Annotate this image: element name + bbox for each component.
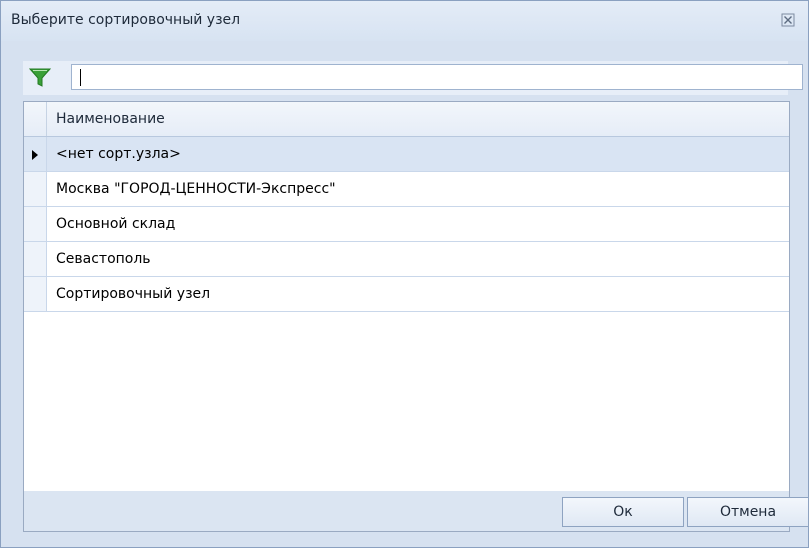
row-cell-name: <нет сорт.узла> [56,146,181,162]
row-indicator [24,172,47,206]
table-row[interactable]: Сортировочный узел [24,277,789,312]
table-row[interactable]: Основной склад [24,207,789,242]
header-indicator-cell [24,102,47,136]
close-icon[interactable] [780,13,796,29]
cancel-button[interactable]: Отмена [687,497,809,527]
row-cell-name: Основной склад [56,216,176,232]
table-row[interactable]: Москва "ГОРОД-ЦЕННОСТИ-Экспресс" [24,172,789,207]
filter-input[interactable] [71,64,803,90]
row-cell-name: Москва "ГОРОД-ЦЕННОСТИ-Экспресс" [56,181,336,197]
dialog-title: Выберите сортировочный узел [11,12,241,28]
table-row[interactable]: <нет сорт.узла> [24,137,789,172]
row-cell-name: Севастополь [56,251,151,267]
filter-icon[interactable] [28,68,52,88]
table-row[interactable]: Севастополь [24,242,789,277]
row-indicator [24,137,47,171]
row-indicator [24,277,47,311]
row-indicator [24,207,47,241]
grid-header: Наименование [24,102,789,137]
items-grid[interactable]: Наименование <нет сорт.узла> Москва "ГОР… [23,101,790,493]
dialog-footer: Ок Отмена [23,491,809,532]
row-cell-name: Сортировочный узел [56,286,211,302]
ok-button[interactable]: Ок [562,497,684,527]
column-header-name[interactable]: Наименование [56,111,165,127]
dialog-window: Выберите сортировочный узел Наименование [0,0,809,548]
current-row-arrow-icon [32,150,38,160]
titlebar[interactable]: Выберите сортировочный узел [1,1,808,41]
text-caret [80,69,81,86]
filter-bar [23,61,803,95]
row-indicator [24,242,47,276]
